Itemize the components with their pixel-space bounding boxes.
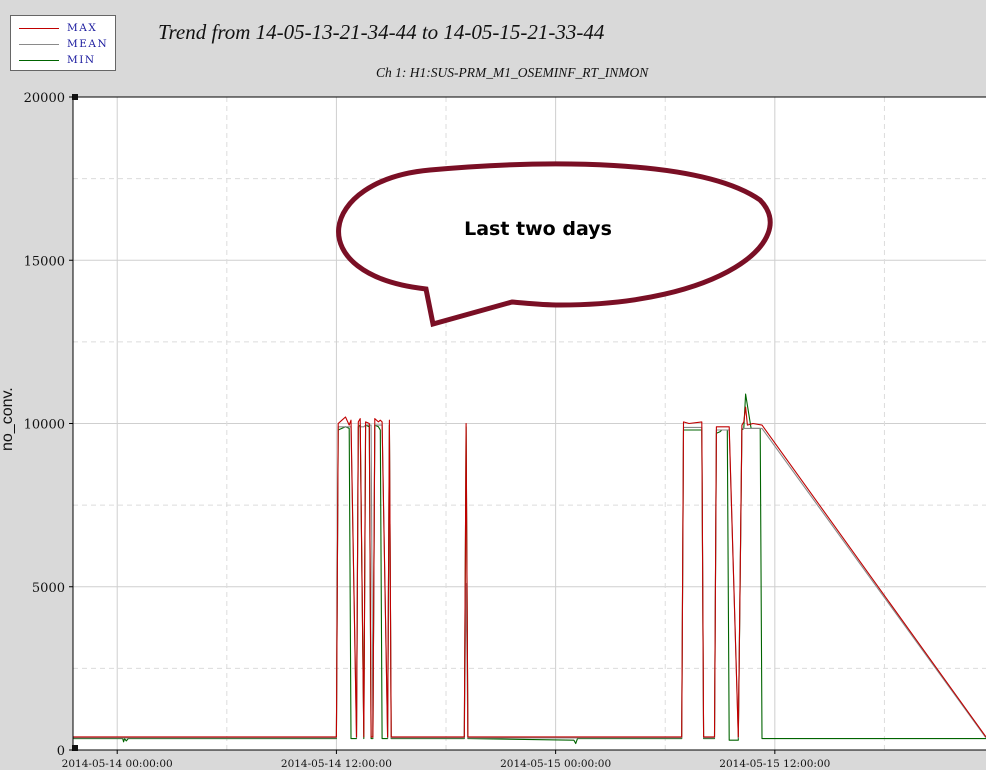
y-tick-label: 20000 — [24, 91, 65, 106]
y-tick-label: 5000 — [32, 581, 65, 596]
trend-window: MAX MEAN MIN Trend from 14-05-13-21-34-4… — [0, 0, 986, 770]
y-tick-label: 0 — [57, 744, 65, 759]
x-tick-label: 2014-05-15 12:00:00 — [719, 758, 830, 770]
y-tick-label: 15000 — [24, 254, 65, 269]
y-axis-label: no_conv. — [0, 387, 16, 451]
y-tick-label: 10000 — [24, 418, 65, 433]
x-tick-label: 2014-05-14 00:00:00 — [62, 758, 173, 770]
callout-text: Last two days — [464, 218, 612, 240]
x-tick-label: 2014-05-14 12:00:00 — [281, 758, 392, 770]
x-tick-label: 2014-05-15 00:00:00 — [500, 758, 611, 770]
trend-chart: 0 5000 10000 15000 20000 2014-05-14 00:00:00 2… — [24, 91, 986, 770]
